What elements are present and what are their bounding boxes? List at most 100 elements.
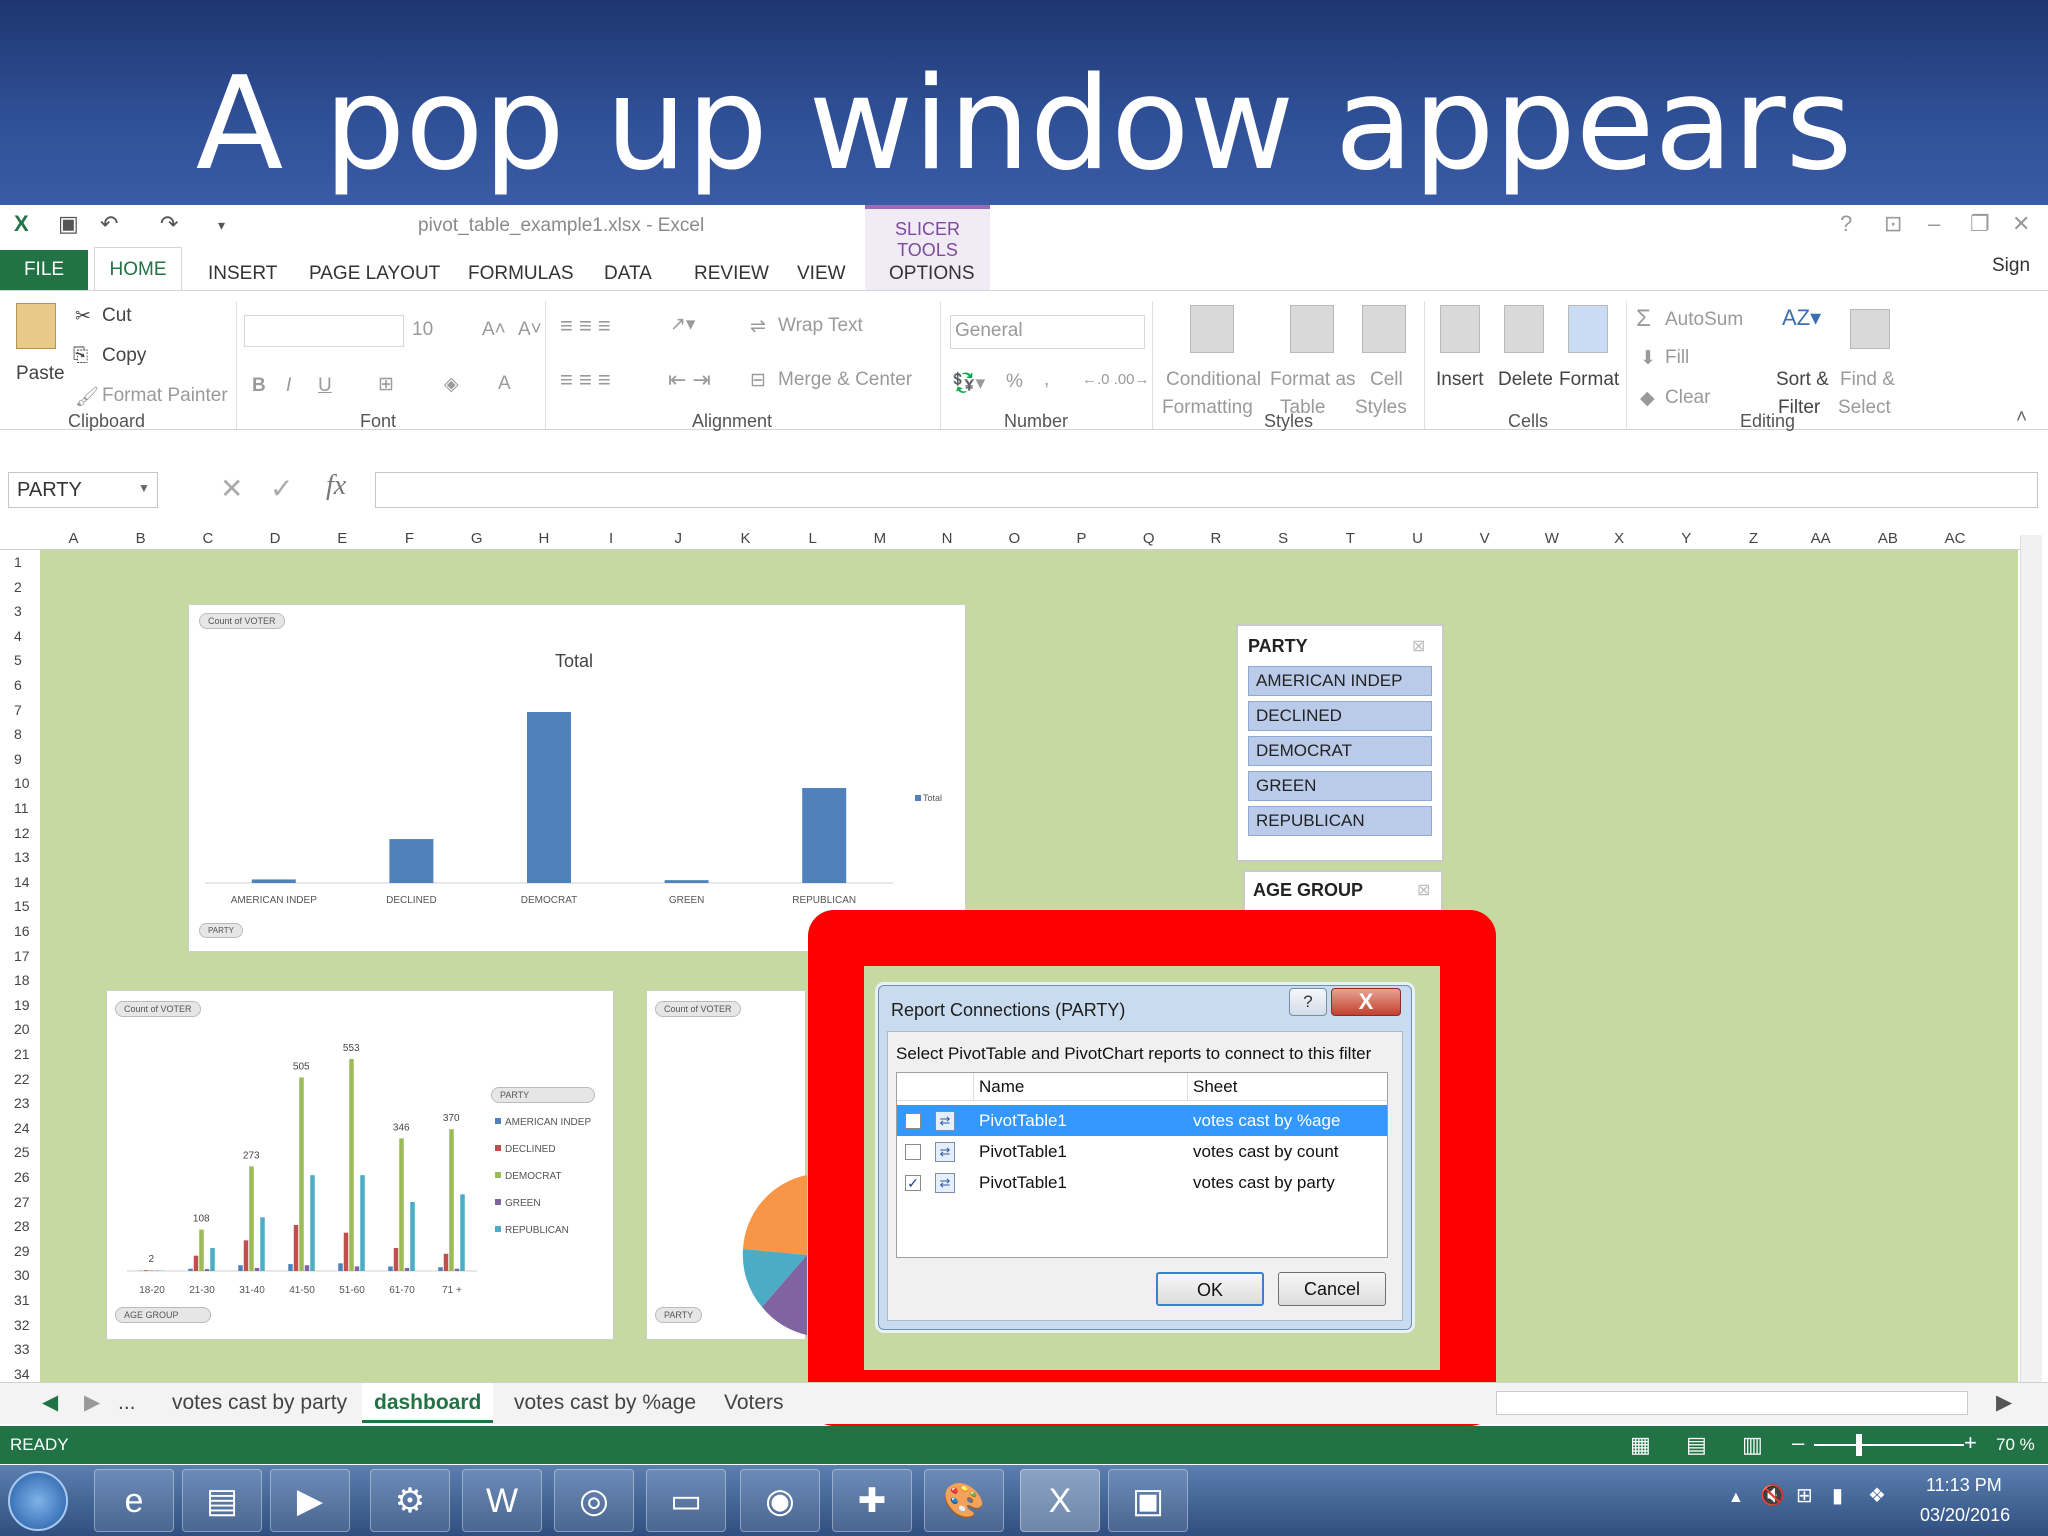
battery-icon[interactable]: ▮ xyxy=(1832,1483,1843,1508)
row-header[interactable]: 12 xyxy=(0,821,40,846)
column-header[interactable]: AB xyxy=(1854,528,1921,550)
row-header[interactable]: 8 xyxy=(0,722,40,747)
prev-sheet-icon[interactable]: ◀ xyxy=(30,1383,70,1423)
slicer-item-green[interactable]: GREEN xyxy=(1248,771,1432,801)
row-header[interactable]: 14 xyxy=(0,870,40,895)
row-header[interactable]: 3 xyxy=(0,599,40,624)
row-header[interactable]: 18 xyxy=(0,968,40,993)
column-header[interactable]: O xyxy=(981,528,1048,550)
column-header-sheet[interactable]: Sheet xyxy=(1193,1073,1238,1101)
tab-home[interactable]: HOME xyxy=(94,247,182,291)
page-break-view-icon[interactable]: ▥ xyxy=(1742,1432,1763,1458)
fill-color-icon[interactable]: ◈ xyxy=(444,373,459,396)
cancel-entry-icon[interactable]: ✕ xyxy=(220,472,243,505)
notepad-icon[interactable]: ▭ xyxy=(646,1469,726,1532)
column-header[interactable]: AC xyxy=(1922,528,1989,550)
align-left-icon[interactable]: ≡ ≡ ≡ xyxy=(560,367,611,393)
column-header[interactable]: S xyxy=(1250,528,1317,550)
row-header[interactable]: 24 xyxy=(0,1116,40,1141)
page-layout-view-icon[interactable]: ▤ xyxy=(1686,1432,1707,1458)
percent-button[interactable]: % xyxy=(1006,371,1023,393)
indent-icon[interactable]: ⇤ ⇥ xyxy=(668,367,711,393)
row-header[interactable]: 27 xyxy=(0,1190,40,1215)
sheet-tab-votes-cast-by-age[interactable]: votes cast by %age xyxy=(502,1383,708,1423)
row-header[interactable]: 31 xyxy=(0,1288,40,1313)
tools-icon[interactable]: ⚙ xyxy=(370,1469,450,1532)
start-button[interactable] xyxy=(8,1471,68,1531)
report-connections-dialog[interactable]: Report Connections (PARTY) ? X Select Pi… xyxy=(878,985,1412,1330)
connection-row[interactable]: ⇄ PivotTable1 votes cast by count xyxy=(897,1136,1387,1167)
column-header[interactable]: AA xyxy=(1787,528,1854,550)
horizontal-scrollbar[interactable] xyxy=(1496,1391,1968,1415)
chart-axis-button[interactable]: PARTY xyxy=(199,923,243,938)
tray-overflow-icon[interactable]: ▲ xyxy=(1728,1489,1744,1507)
format-cells-button[interactable]: Format xyxy=(1559,369,1619,391)
scroll-right-icon[interactable]: ▶ xyxy=(1984,1383,2024,1423)
dialog-close-button[interactable]: X xyxy=(1331,988,1401,1016)
column-header[interactable]: X xyxy=(1586,528,1653,550)
customize-qat-icon[interactable]: ▾ xyxy=(218,217,225,234)
clear-button[interactable]: Clear xyxy=(1665,387,1710,409)
font-size-dropdown[interactable]: 10 xyxy=(412,319,472,351)
tab-file[interactable]: FILE xyxy=(0,250,88,290)
fill-button[interactable]: Fill xyxy=(1665,347,1689,369)
help-icon[interactable]: ? xyxy=(1840,211,1852,237)
underline-button[interactable]: U xyxy=(318,375,332,397)
column-header[interactable]: I xyxy=(578,528,645,550)
restore-icon[interactable]: ❐ xyxy=(1970,211,1990,237)
row-header[interactable]: 15 xyxy=(0,894,40,919)
ok-button[interactable]: OK xyxy=(1156,1272,1264,1306)
tab-review[interactable]: REVIEW xyxy=(690,257,773,291)
column-header[interactable]: A xyxy=(40,528,107,550)
row-header[interactable]: 17 xyxy=(0,944,40,969)
row-header[interactable]: 16 xyxy=(0,919,40,944)
sign-in-link[interactable]: Sign in xyxy=(1988,249,2048,310)
normal-view-icon[interactable]: ▦ xyxy=(1630,1432,1651,1458)
row-header[interactable]: 10 xyxy=(0,771,40,796)
insert-cells-button[interactable]: Insert xyxy=(1436,369,1484,391)
clock-date[interactable]: 03/20/2016 xyxy=(1920,1505,2010,1526)
column-header[interactable]: Y xyxy=(1653,528,1720,550)
column-header[interactable]: H xyxy=(510,528,577,550)
connections-list[interactable]: Name Sheet ⇄ PivotTable1 votes cast by %… xyxy=(896,1072,1388,1258)
wrap-text-button[interactable]: Wrap Text xyxy=(778,315,863,337)
align-top-icon[interactable]: ≡ ≡ ≡ xyxy=(560,313,611,339)
connection-checkbox[interactable] xyxy=(905,1113,921,1129)
chrome-icon[interactable]: ◉ xyxy=(740,1469,820,1532)
paint-icon[interactable]: 🎨 xyxy=(924,1469,1004,1532)
row-header[interactable]: 25 xyxy=(0,1140,40,1165)
row-header[interactable]: 32 xyxy=(0,1313,40,1338)
column-header[interactable]: P xyxy=(1048,528,1115,550)
clear-filter-icon[interactable]: ⊠ xyxy=(1417,880,1430,900)
column-header[interactable]: T xyxy=(1317,528,1384,550)
zoom-out-icon[interactable]: – xyxy=(1792,1430,1804,1456)
shrink-font-icon[interactable]: A˅ xyxy=(518,319,542,341)
excel-taskbar-icon[interactable]: X xyxy=(1020,1469,1100,1532)
close-window-icon[interactable]: ✕ xyxy=(2012,211,2030,237)
chart-axis-button[interactable]: PARTY xyxy=(655,1307,703,1323)
party-pie-chart[interactable]: Count of VOTER PARTY xyxy=(646,990,807,1340)
column-header[interactable]: G xyxy=(443,528,510,550)
comma-style-icon[interactable]: , xyxy=(1044,369,1049,391)
row-header[interactable]: 6 xyxy=(0,673,40,698)
row-header[interactable]: 4 xyxy=(0,624,40,649)
column-header[interactable]: Z xyxy=(1720,528,1787,550)
file-explorer-icon[interactable]: ▤ xyxy=(182,1469,262,1532)
media-player-icon[interactable]: ▶ xyxy=(270,1469,350,1532)
column-header-name[interactable]: Name xyxy=(979,1073,1025,1101)
chart-legend-button[interactable]: PARTY xyxy=(491,1087,595,1103)
slicer-item-democrat[interactable]: DEMOCRAT xyxy=(1248,736,1432,766)
slicer-item-declined[interactable]: DECLINED xyxy=(1248,701,1432,731)
column-header[interactable]: U xyxy=(1384,528,1451,550)
row-header[interactable]: 13 xyxy=(0,845,40,870)
row-header[interactable]: 23 xyxy=(0,1091,40,1116)
connection-checkbox[interactable]: ✓ xyxy=(905,1175,921,1191)
copy-button[interactable]: Copy xyxy=(102,345,146,367)
row-header[interactable]: 2 xyxy=(0,575,40,600)
tab-options[interactable]: OPTIONS xyxy=(885,257,979,291)
name-box[interactable]: PARTY xyxy=(8,472,158,508)
row-header[interactable]: 19 xyxy=(0,993,40,1018)
vertical-scrollbar[interactable] xyxy=(2020,535,2042,1415)
clock-time[interactable]: 11:13 PM xyxy=(1926,1475,2002,1496)
collapse-ribbon-icon[interactable]: ˄ xyxy=(2016,407,2027,429)
